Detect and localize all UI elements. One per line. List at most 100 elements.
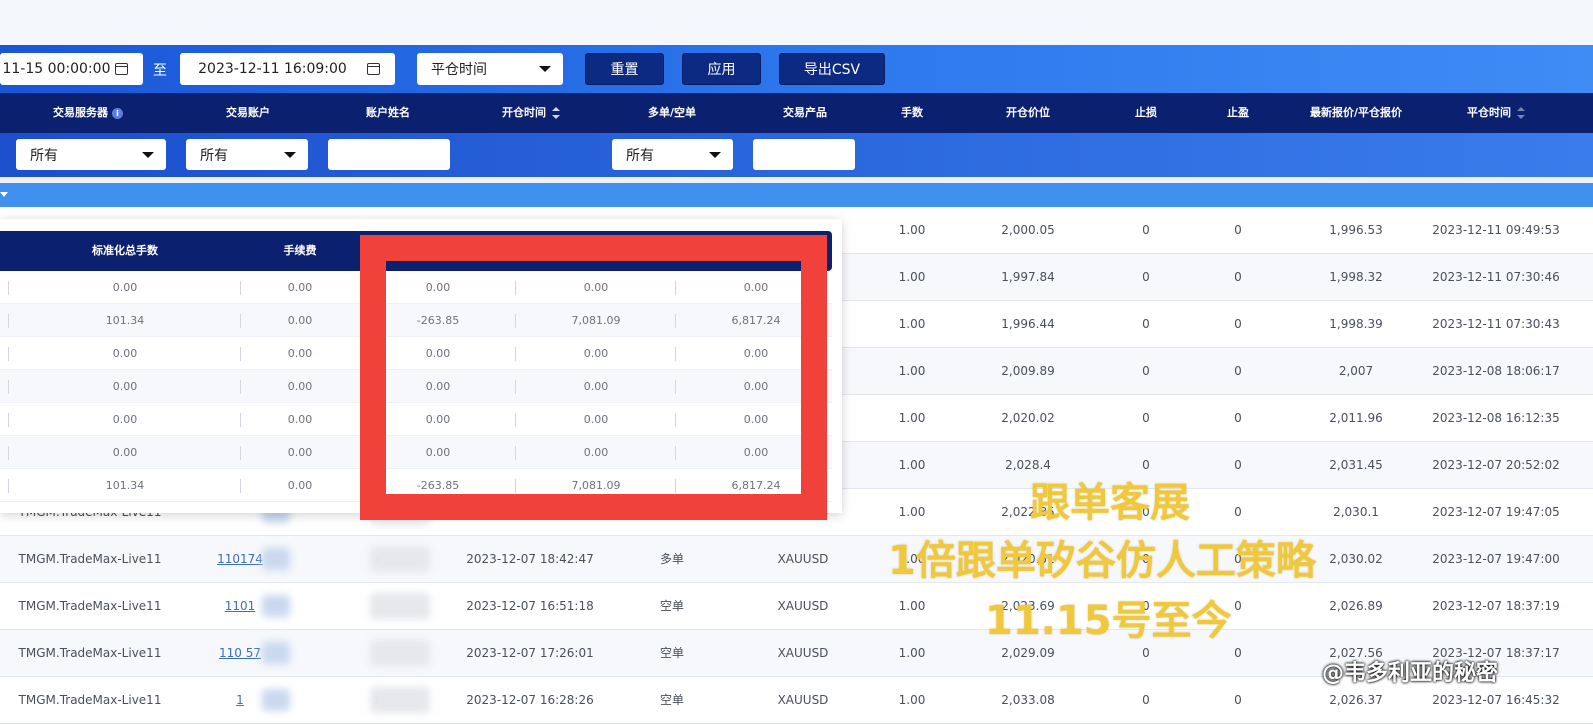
group-row[interactable] bbox=[0, 183, 1593, 207]
cell-server: TMGM.TradeMax-Live11 bbox=[18, 646, 162, 660]
time-field-select[interactable]: 平仓时间 bbox=[417, 53, 563, 85]
chevron-down-icon[interactable] bbox=[0, 192, 8, 197]
server-filter-select[interactable]: 所有 bbox=[16, 139, 166, 170]
summary-cell-fee: 0.00 bbox=[287, 347, 313, 360]
account-filter-select[interactable]: 所有 bbox=[186, 139, 308, 170]
date-from-input[interactable]: 11-15 00:00:00 bbox=[0, 53, 143, 85]
cell-product: XAUUSD bbox=[777, 693, 829, 707]
filter-bar: 11-15 00:00:00 至 2023-12-11 16:09:00 平仓时… bbox=[0, 45, 1593, 93]
cell-tp: 0 bbox=[1234, 411, 1242, 425]
date-to-value: 2023-12-11 16:09:00 bbox=[198, 61, 347, 77]
cell-close-time: 2023-12-11 09:49:53 bbox=[1432, 223, 1560, 237]
summary-cell-std-lots: 101.34 bbox=[105, 314, 145, 327]
chevron-down-icon bbox=[709, 151, 721, 158]
info-icon[interactable]: i bbox=[112, 107, 123, 119]
col-header-close-time[interactable]: 平仓时间 bbox=[1467, 93, 1525, 133]
watermark: @韦多利亚的秘密 bbox=[1322, 661, 1499, 686]
summary-cell-fee: 0.00 bbox=[287, 281, 313, 294]
cell-close-time: 2023-12-07 20:52:02 bbox=[1432, 458, 1560, 472]
cell-latest: 2,030.1 bbox=[1333, 505, 1379, 519]
overlay-caption-line3: 11.15号至今 bbox=[985, 598, 1232, 644]
sort-icon[interactable] bbox=[1517, 107, 1525, 119]
privacy-blur bbox=[370, 687, 430, 713]
cell-open-time: 2023-12-07 16:28:26 bbox=[466, 693, 594, 707]
summary-col-std-lots: 标准化总手数 bbox=[92, 244, 158, 257]
cell-server: TMGM.TradeMax-Live11 bbox=[18, 693, 162, 707]
cell-close-time: 2023-12-08 18:06:17 bbox=[1432, 364, 1560, 378]
privacy-blur bbox=[370, 640, 430, 666]
cell-open-time: 2023-12-07 18:42:47 bbox=[466, 552, 594, 566]
side-filter-select[interactable]: 所有 bbox=[612, 139, 733, 170]
cell-latest: 2,007 bbox=[1338, 364, 1374, 378]
privacy-blur bbox=[262, 642, 290, 664]
cell-tp: 0 bbox=[1234, 693, 1242, 707]
cell-lots: 1.00 bbox=[898, 223, 926, 237]
column-divider bbox=[240, 413, 241, 427]
column-divider bbox=[8, 479, 9, 493]
apply-button[interactable]: 应用 bbox=[682, 53, 761, 85]
time-field-value: 平仓时间 bbox=[431, 62, 487, 78]
date-from-value: 11-15 00:00:00 bbox=[2, 61, 111, 77]
product-filter-input[interactable] bbox=[753, 139, 855, 170]
cell-open-price: 2,020.02 bbox=[1001, 411, 1055, 425]
cell-lots: 1.00 bbox=[898, 458, 926, 472]
calendar-icon[interactable] bbox=[113, 61, 135, 77]
cell-tp: 0 bbox=[1234, 317, 1242, 331]
summary-cell-std-lots: 0.00 bbox=[112, 446, 138, 459]
column-divider bbox=[240, 314, 241, 328]
cell-lots: 1.00 bbox=[898, 693, 926, 707]
col-header-account[interactable]: 交易账户 bbox=[226, 93, 270, 133]
cell-latest: 2,011.96 bbox=[1329, 411, 1383, 425]
col-header-take-profit[interactable]: 止盈 bbox=[1227, 93, 1249, 133]
cell-server: TMGM.TradeMax-Live11 bbox=[18, 552, 162, 566]
col-header-stop-loss[interactable]: 止损 bbox=[1135, 93, 1157, 133]
reset-button[interactable]: 重置 bbox=[585, 53, 664, 85]
cell-account[interactable]: 1101 bbox=[225, 583, 256, 630]
cell-side: 空单 bbox=[659, 599, 685, 613]
cell-tp: 0 bbox=[1234, 646, 1242, 660]
export-csv-button[interactable]: 导出CSV bbox=[779, 53, 885, 85]
cell-product: XAUUSD bbox=[777, 599, 829, 613]
col-header-server[interactable]: 交易服务器 i bbox=[53, 93, 123, 133]
col-header-side[interactable]: 多单/空单 bbox=[648, 93, 696, 133]
col-header-product[interactable]: 交易产品 bbox=[783, 93, 827, 133]
table-row[interactable]: TMGM.TradeMax-Live11 1101 2023-12-07 16:51… bbox=[0, 583, 1593, 630]
col-header-open-price[interactable]: 开仓价位 bbox=[1006, 93, 1050, 133]
cell-tp: 0 bbox=[1234, 270, 1242, 284]
column-divider bbox=[240, 446, 241, 460]
cell-tp: 0 bbox=[1234, 364, 1242, 378]
cell-account[interactable]: 1 bbox=[236, 677, 244, 724]
cell-account[interactable]: 110174 bbox=[217, 536, 263, 583]
cell-account[interactable]: 110 57 bbox=[219, 630, 261, 677]
column-divider bbox=[8, 380, 9, 394]
privacy-blur bbox=[262, 595, 290, 617]
summary-cell-std-lots: 0.00 bbox=[112, 380, 138, 393]
cell-server: TMGM.TradeMax-Live11 bbox=[18, 599, 162, 613]
cell-open-price: 2,000.05 bbox=[1001, 223, 1055, 237]
summary-col-fee: 手续费 bbox=[283, 244, 317, 257]
table-row[interactable]: TMGM.TradeMax-Live11110174x2023-12-07 18… bbox=[0, 536, 1593, 583]
server-filter-value: 所有 bbox=[30, 147, 58, 164]
calendar-icon[interactable] bbox=[365, 61, 387, 77]
column-divider bbox=[240, 479, 241, 493]
col-header-open-time[interactable]: 开仓时间 bbox=[502, 93, 560, 133]
col-header-name[interactable]: 账户姓名 bbox=[366, 93, 410, 133]
column-divider bbox=[8, 446, 9, 460]
summary-cell-fee: 0.00 bbox=[287, 479, 313, 492]
sort-icon[interactable] bbox=[552, 107, 560, 119]
col-header-latest-price[interactable]: 最新报价/平仓报价 bbox=[1310, 93, 1402, 133]
cell-product: XAUUSD bbox=[777, 552, 829, 566]
col-header-lots[interactable]: 手数 bbox=[901, 93, 923, 133]
cell-close-time: 2023-12-11 07:30:46 bbox=[1432, 270, 1560, 284]
date-to-input[interactable]: 2023-12-11 16:09:00 bbox=[180, 53, 395, 85]
cell-close-time: 2023-12-08 16:12:35 bbox=[1432, 411, 1560, 425]
chevron-down-icon bbox=[539, 66, 551, 72]
cell-close-time: 2023-12-07 19:47:00 bbox=[1432, 552, 1560, 566]
top-strip bbox=[0, 0, 1593, 45]
column-divider bbox=[240, 380, 241, 394]
cell-product: XAUUSD bbox=[777, 646, 829, 660]
chevron-down-icon bbox=[284, 151, 296, 158]
name-filter-input[interactable] bbox=[328, 139, 450, 170]
summary-cell-std-lots: 0.00 bbox=[112, 281, 138, 294]
cell-open-price: 2,033.08 bbox=[1001, 693, 1055, 707]
